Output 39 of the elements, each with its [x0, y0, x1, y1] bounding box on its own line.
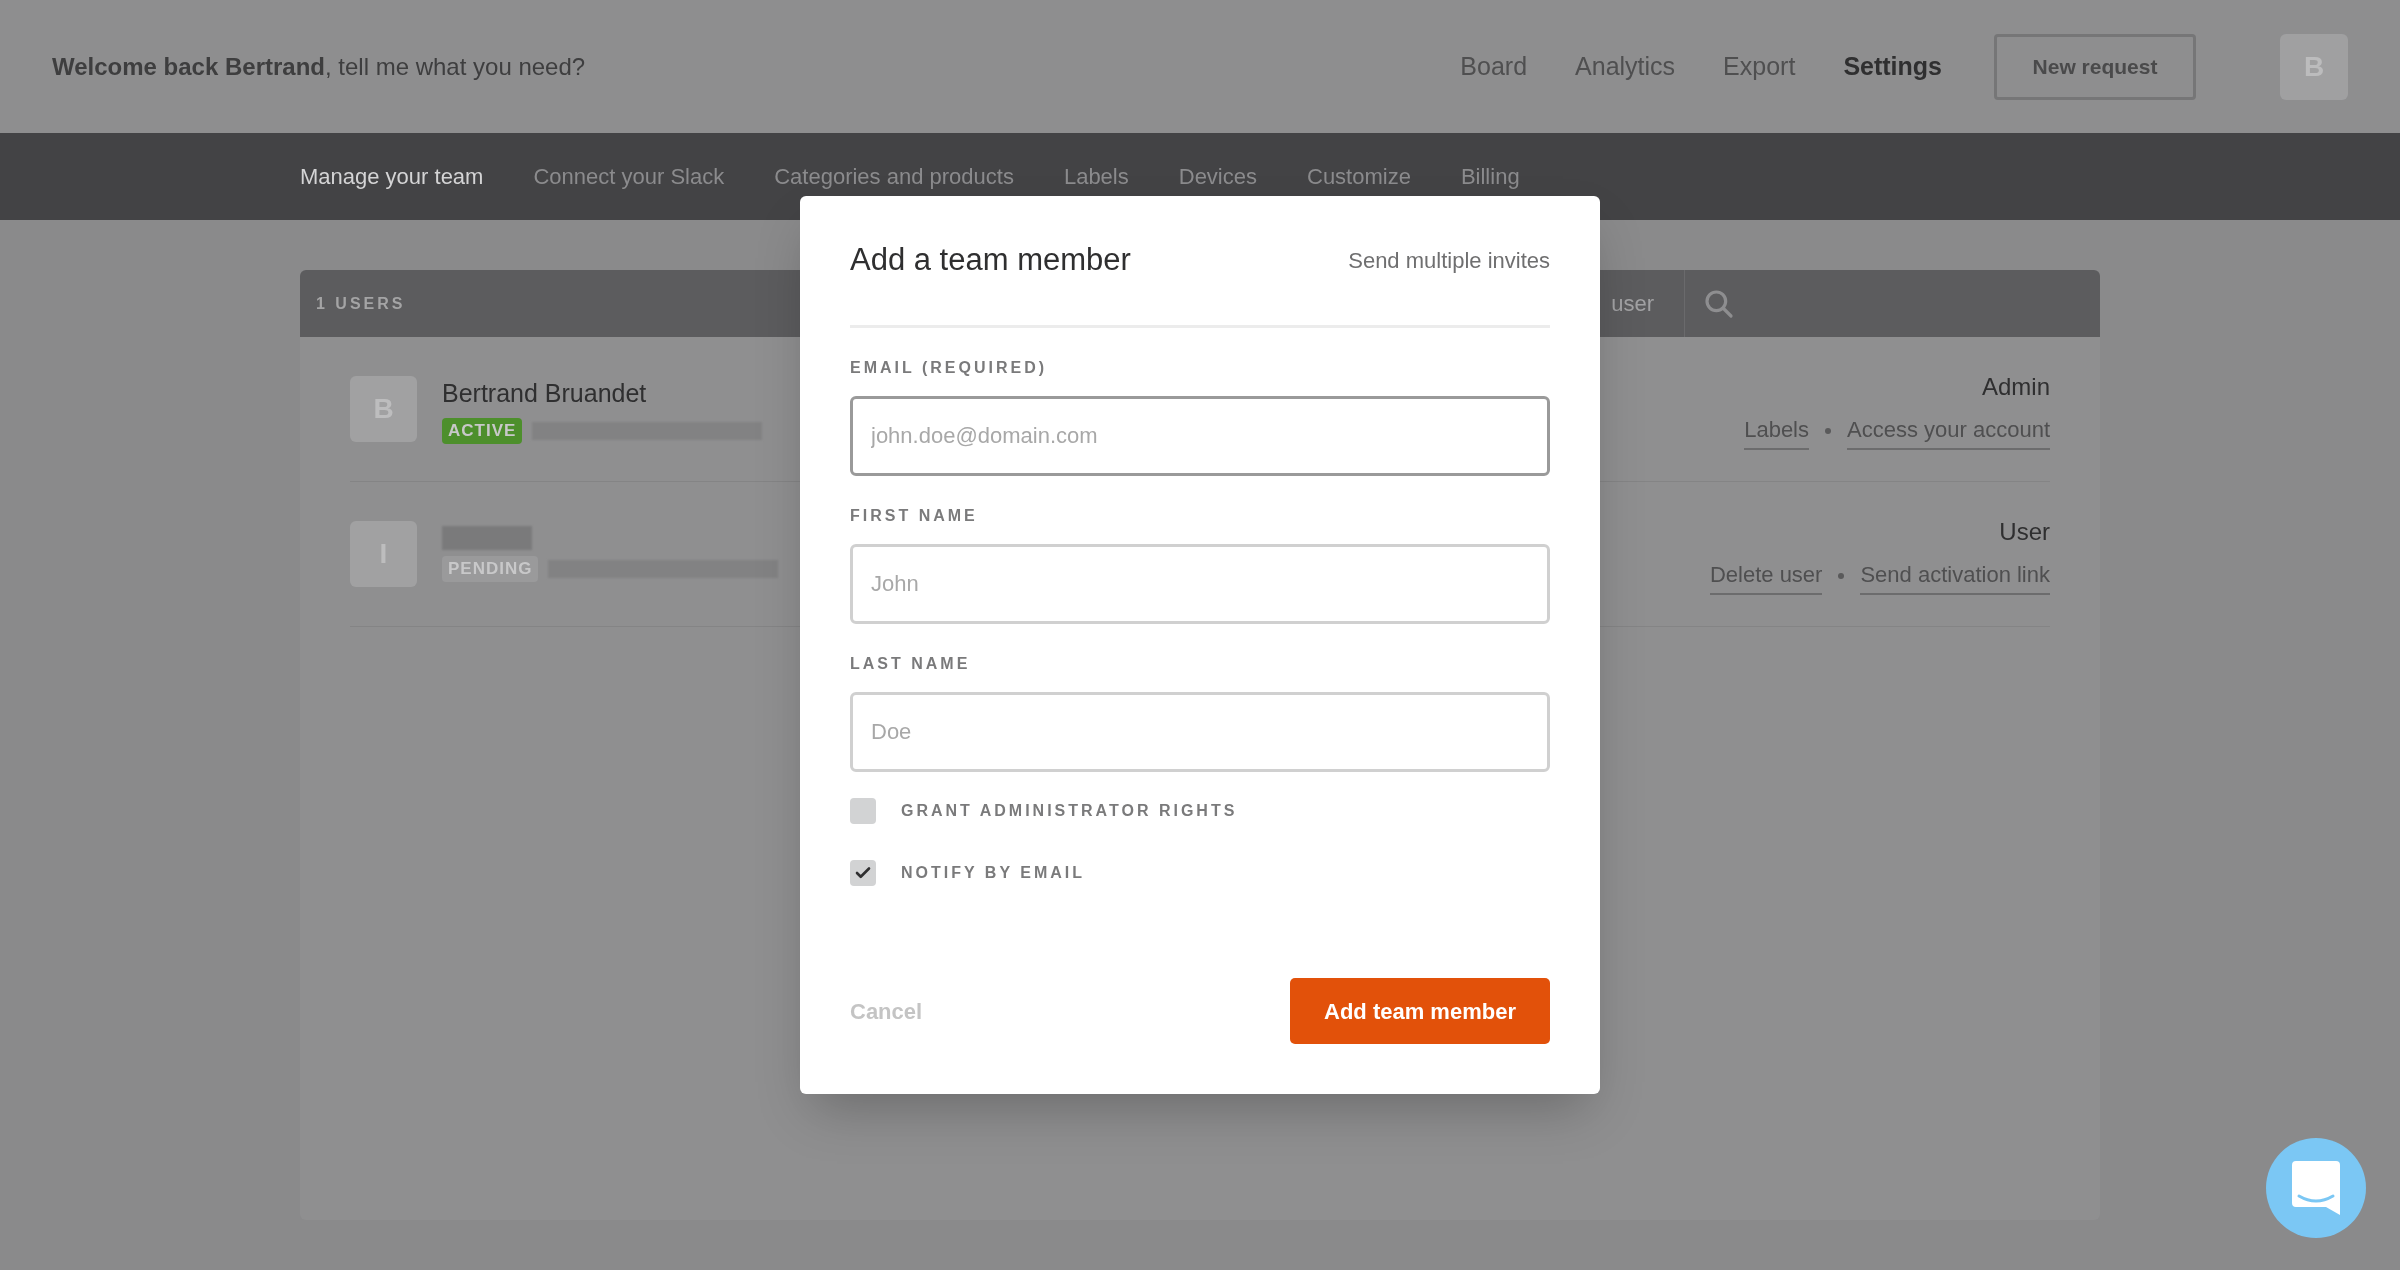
nav-link[interactable]: Analytics	[1575, 47, 1676, 86]
settings-tab[interactable]: Billing	[1460, 160, 1520, 193]
dialog-title: Add a team member	[850, 241, 1131, 280]
add-member-button[interactable]: Add team member	[1290, 978, 1550, 1044]
checkbox[interactable]	[850, 860, 876, 886]
checkbox-label: NOTIFY BY EMAIL	[901, 863, 1085, 883]
settings-tab[interactable]: Connect your Slack	[533, 160, 725, 193]
send-invites-link[interactable]: Send multiple invites	[1348, 244, 1550, 277]
text-field[interactable]: Doe	[850, 692, 1550, 772]
settings-tab[interactable]: Labels	[1063, 160, 1129, 193]
nav-link[interactable]: Export	[1723, 47, 1796, 86]
welcome-message: Welcome back Bertrand, tell me what you need?	[52, 51, 586, 82]
field-label: LAST NAME	[850, 654, 972, 674]
nav-link[interactable]: Board	[1460, 47, 1528, 86]
text-field[interactable]: John	[850, 544, 1550, 624]
user-role: User	[1999, 516, 2050, 547]
checkbox[interactable]	[850, 798, 876, 824]
new-request-button[interactable]: New request	[1994, 33, 2196, 100]
user-action-link[interactable]: Access your account	[1847, 412, 2050, 450]
search-icon[interactable]	[1703, 287, 1735, 320]
users-count: 1 USERS	[316, 293, 406, 314]
user-action-link[interactable]: Send activation link	[1860, 557, 2050, 595]
settings-tab[interactable]: Manage your team	[300, 160, 484, 193]
chat-icon	[2292, 1161, 2340, 1215]
text-field[interactable]: john.doe@domain.com	[850, 396, 1550, 476]
settings-tab[interactable]: Devices	[1178, 160, 1257, 193]
settings-tab[interactable]: Customize	[1307, 160, 1411, 193]
checkbox-label: GRANT ADMINISTRATOR RIGHTS	[901, 801, 1238, 821]
user-role: Admin	[1981, 371, 2050, 402]
user-action-link[interactable]: Labels	[1744, 412, 1809, 450]
settings-tab[interactable]: Categories and products	[774, 160, 1014, 193]
user-action-link[interactable]: Delete user	[1709, 557, 1823, 595]
field-label: EMAIL (REQUIRED)	[850, 358, 1049, 378]
cancel-button[interactable]: Cancel	[850, 994, 923, 1028]
nav-link[interactable]: Settings	[1843, 47, 1942, 86]
status-badge: ACTIVE	[442, 418, 523, 444]
field-label: FIRST NAME	[850, 506, 979, 526]
user-name: Bertrand Bruandet	[442, 377, 648, 409]
search-field[interactable]: user	[1605, 270, 1685, 337]
